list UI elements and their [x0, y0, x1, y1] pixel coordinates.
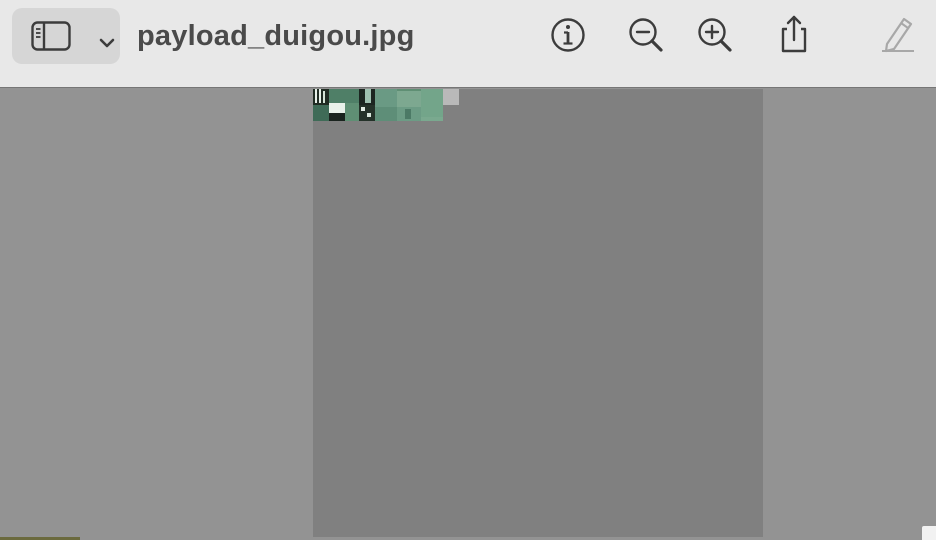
image-viewer[interactable] [0, 89, 936, 540]
zoom-in-button[interactable] [695, 13, 735, 57]
zoom-out-button[interactable] [626, 13, 666, 57]
chevron-down-icon[interactable] [98, 36, 116, 54]
resize-corner[interactable] [922, 526, 936, 540]
zoom-in-icon [695, 13, 735, 57]
markup-button[interactable] [878, 13, 918, 57]
info-button[interactable] [548, 13, 588, 57]
sidebar-icon [31, 21, 71, 56]
window-title: payload_duigou.jpg [137, 20, 415, 52]
pencil-icon [878, 13, 918, 57]
sidebar-toggle-button[interactable] [12, 8, 120, 64]
image-fragment [313, 89, 459, 121]
info-icon [548, 13, 588, 57]
toolbar: payload_duigou.jpg [0, 0, 936, 88]
zoom-out-icon [626, 13, 666, 57]
share-icon [774, 13, 814, 57]
image-canvas [313, 89, 763, 537]
share-button[interactable] [774, 13, 814, 57]
